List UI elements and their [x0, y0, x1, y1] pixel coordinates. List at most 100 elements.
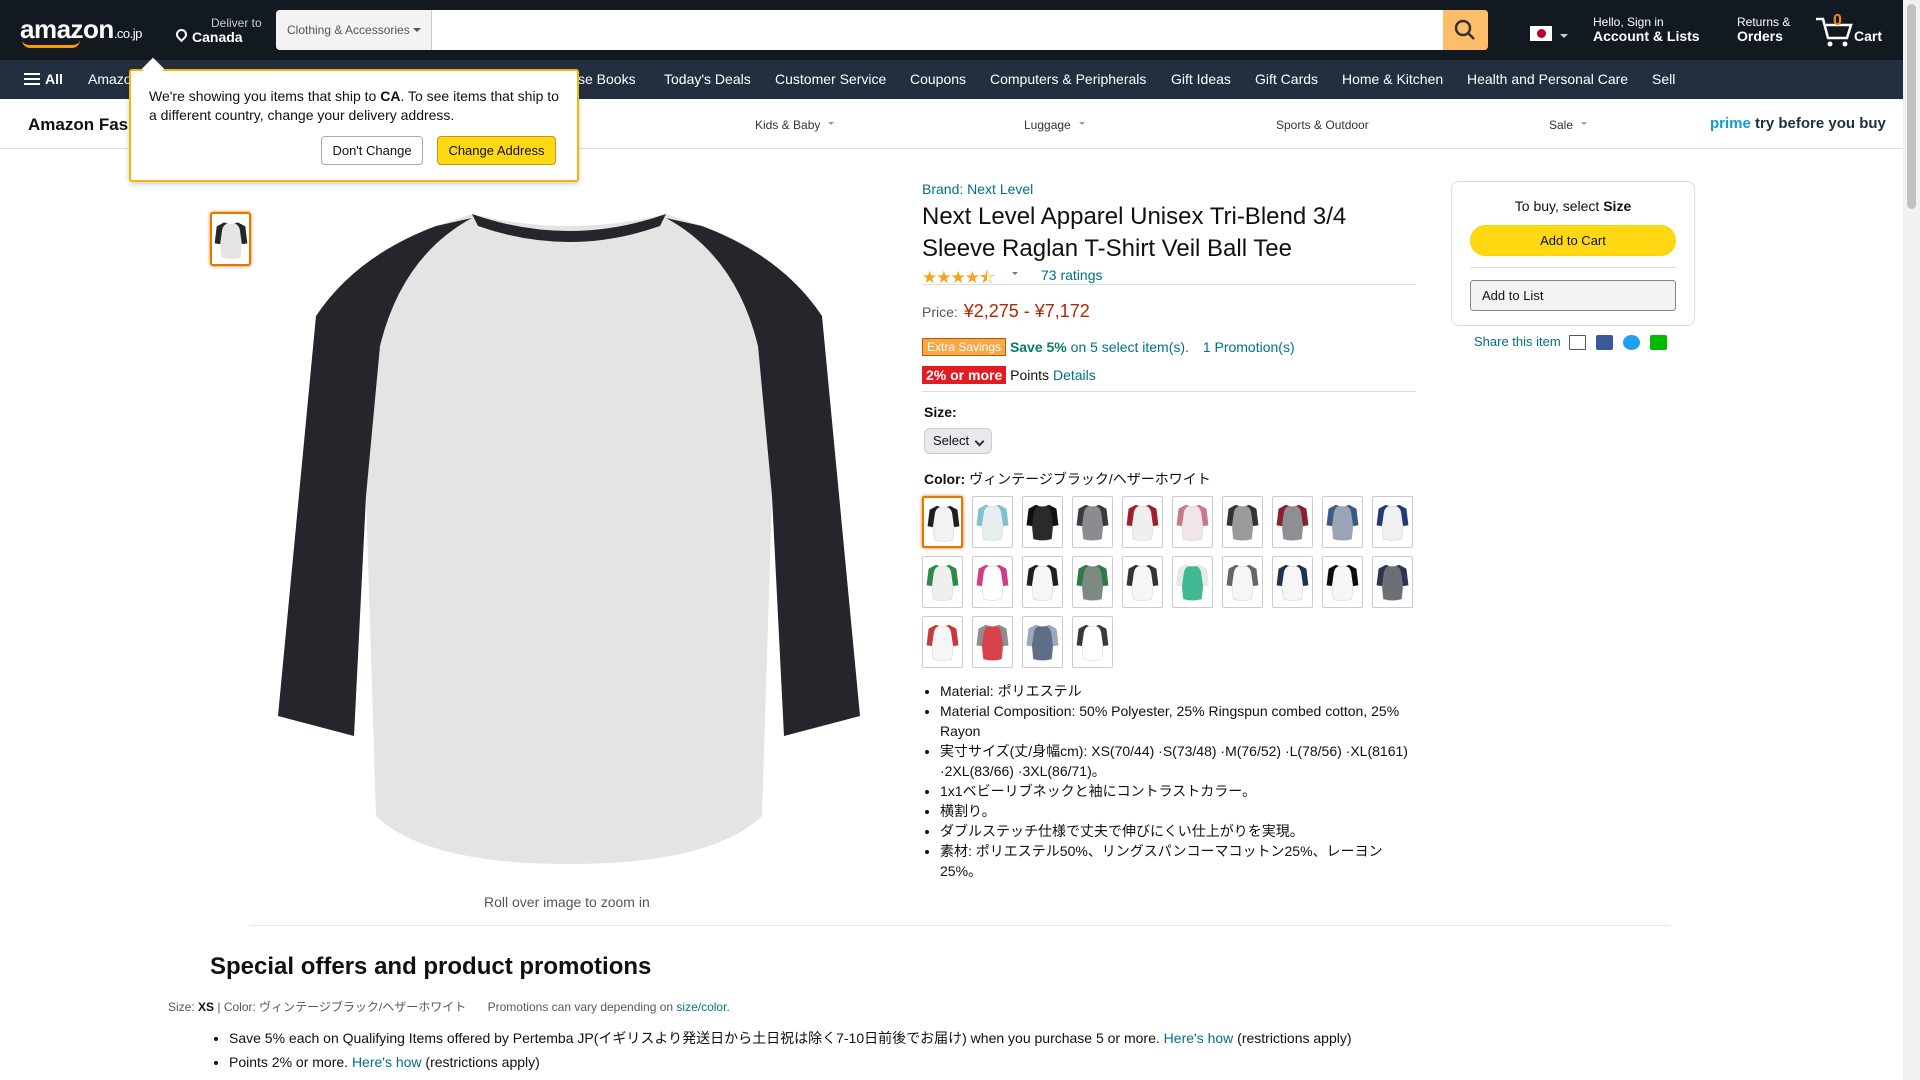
search-button[interactable] [1443, 10, 1488, 50]
color-swatch[interactable] [972, 556, 1013, 608]
promotions-link[interactable]: 1 Promotion(s) [1203, 339, 1295, 355]
search-bar: Clothing & Accessories [276, 10, 1488, 50]
scrollbar-thumb[interactable] [1907, 4, 1916, 209]
color-swatch[interactable] [1022, 496, 1063, 548]
color-swatch[interactable] [1072, 616, 1113, 668]
email-icon[interactable] [1569, 335, 1586, 350]
shirt-swatch-icon [926, 624, 959, 661]
nav-item-gift-ideas[interactable]: Gift Ideas [1171, 71, 1231, 87]
color-swatch[interactable] [1372, 496, 1413, 548]
change-address-button[interactable]: Change Address [437, 136, 556, 165]
store-title[interactable]: Amazon Fas [28, 115, 128, 135]
search-icon [1454, 19, 1475, 40]
points-details-link[interactable]: Details [1053, 367, 1096, 383]
color-swatch[interactable] [1022, 556, 1063, 608]
feature-bullet: Material: ポリエステル [940, 681, 1416, 701]
ratings-count-link[interactable]: 73 ratings [1041, 267, 1102, 283]
subnav-item-sports[interactable]: Sports & Outdoor [1276, 118, 1369, 132]
color-swatch[interactable] [972, 496, 1013, 548]
page-scrollbar[interactable] [1903, 0, 1920, 1080]
color-swatch[interactable] [922, 496, 963, 548]
buy-box: To buy, select Size Add to Cart Add to L… [1451, 181, 1695, 326]
nav-item-sell[interactable]: Sell [1652, 71, 1675, 87]
line-icon[interactable] [1650, 335, 1667, 350]
subnav-item-luggage[interactable]: Luggage [1024, 118, 1085, 132]
size-color-link[interactable]: size/color [676, 1000, 726, 1014]
search-category-dropdown[interactable]: Clothing & Accessories [276, 10, 432, 50]
subnav-item-sale[interactable]: Sale [1549, 118, 1588, 132]
nav-item-computers[interactable]: Computers & Peripherals [990, 71, 1146, 87]
points-badge: 2% or more [922, 366, 1007, 384]
size-select[interactable]: Select [924, 428, 992, 454]
prime-try-before-buy[interactable]: prime try before you buy [1710, 115, 1886, 132]
search-input[interactable] [433, 10, 1433, 50]
price-row: Price: ¥2,275 - ¥7,172 [922, 301, 1090, 321]
shirt-swatch-icon [1326, 504, 1359, 541]
color-swatch[interactable] [922, 556, 963, 608]
color-swatch[interactable] [1272, 496, 1313, 548]
returns-top: Returns & [1737, 15, 1791, 29]
shirt-swatch-icon [1176, 504, 1209, 541]
chevron-down-icon[interactable] [1012, 272, 1018, 278]
account-menu[interactable]: Hello, Sign in Account & Lists [1593, 15, 1700, 43]
brand-link[interactable]: Brand: Next Level [922, 181, 1416, 197]
nav-item-books[interactable]: se Books [578, 71, 636, 87]
dont-change-button[interactable]: Don't Change [321, 136, 423, 165]
color-swatch[interactable] [1172, 556, 1213, 608]
heres-how-link[interactable]: Here's how [1164, 1030, 1234, 1046]
shirt-swatch-icon [976, 504, 1009, 541]
color-swatch[interactable] [1322, 556, 1363, 608]
heres-how-link[interactable]: Here's how [352, 1054, 422, 1070]
star-rating-icon[interactable]: ★★★★⯪ [922, 265, 995, 294]
nav-all-button[interactable]: All [24, 71, 63, 87]
color-swatch[interactable] [972, 616, 1013, 668]
shirt-swatch-icon [1026, 504, 1059, 541]
color-swatch[interactable] [1072, 556, 1113, 608]
add-to-cart-button[interactable]: Add to Cart [1470, 225, 1676, 256]
color-swatch[interactable] [1222, 556, 1263, 608]
subnav-item-kids-baby[interactable]: Kids & Baby [755, 118, 835, 132]
shirt-swatch-icon [1126, 564, 1159, 601]
color-swatch[interactable] [922, 616, 963, 668]
offers-list: Save 5% each on Qualifying Items offered… [229, 1026, 1352, 1074]
returns-orders[interactable]: Returns & Orders [1737, 15, 1790, 43]
share-label[interactable]: Share this item [1474, 334, 1561, 349]
color-swatch[interactable] [1122, 496, 1163, 548]
rating-row: ★★★★⯪ 73 ratings [922, 265, 1416, 287]
save-items-link[interactable]: on 5 select item(s). [1067, 339, 1189, 355]
nav-item-coupons[interactable]: Coupons [910, 71, 966, 87]
add-to-list-button[interactable]: Add to List [1470, 280, 1676, 311]
color-swatch[interactable] [1072, 496, 1113, 548]
nav-item-gift-cards[interactable]: Gift Cards [1255, 71, 1318, 87]
nav-item-customer-service[interactable]: Customer Service [775, 71, 886, 87]
shirt-swatch-icon [976, 564, 1009, 601]
color-swatch[interactable] [1122, 556, 1163, 608]
nav-item-home-kitchen[interactable]: Home & Kitchen [1342, 71, 1443, 87]
twitter-icon[interactable] [1623, 335, 1640, 350]
nav-item-todays-deals[interactable]: Today's Deals [664, 71, 751, 87]
feature-bullet: Material Composition: 50% Polyester, 25%… [940, 701, 1416, 741]
facebook-icon[interactable] [1596, 335, 1613, 350]
section-divider [250, 925, 1670, 926]
shirt-swatch-icon [1076, 564, 1109, 601]
color-swatch[interactable] [1322, 496, 1363, 548]
shirt-swatch-icon [1226, 564, 1259, 601]
cart-button[interactable]: 0 Cart [1812, 10, 1892, 50]
special-offers-heading: Special offers and product promotions [210, 953, 652, 980]
buy-prompt: To buy, select Size [1514, 198, 1632, 214]
image-thumbnail[interactable] [210, 212, 251, 266]
zoom-hint: Roll over image to zoom in [484, 894, 650, 910]
product-main-image[interactable] [262, 196, 876, 872]
color-swatch[interactable] [1022, 616, 1063, 668]
product-title: Next Level Apparel Unisex Tri-Blend 3/4 … [922, 203, 1347, 262]
color-swatch[interactable] [1272, 556, 1313, 608]
feature-bullet: 実寸サイズ(丈/身幅cm): XS(70/44) ·S(73/48) ·M(76… [940, 741, 1416, 781]
flag-caret-icon [1560, 34, 1568, 42]
color-swatch[interactable] [1222, 496, 1263, 548]
shirt-swatch-icon [1026, 564, 1059, 601]
nav-item-health[interactable]: Health and Personal Care [1467, 71, 1628, 87]
deliver-to[interactable]: Deliver to Canada [176, 16, 262, 44]
japan-flag-icon[interactable] [1530, 26, 1552, 41]
color-swatch[interactable] [1172, 496, 1213, 548]
color-swatch[interactable] [1372, 556, 1413, 608]
